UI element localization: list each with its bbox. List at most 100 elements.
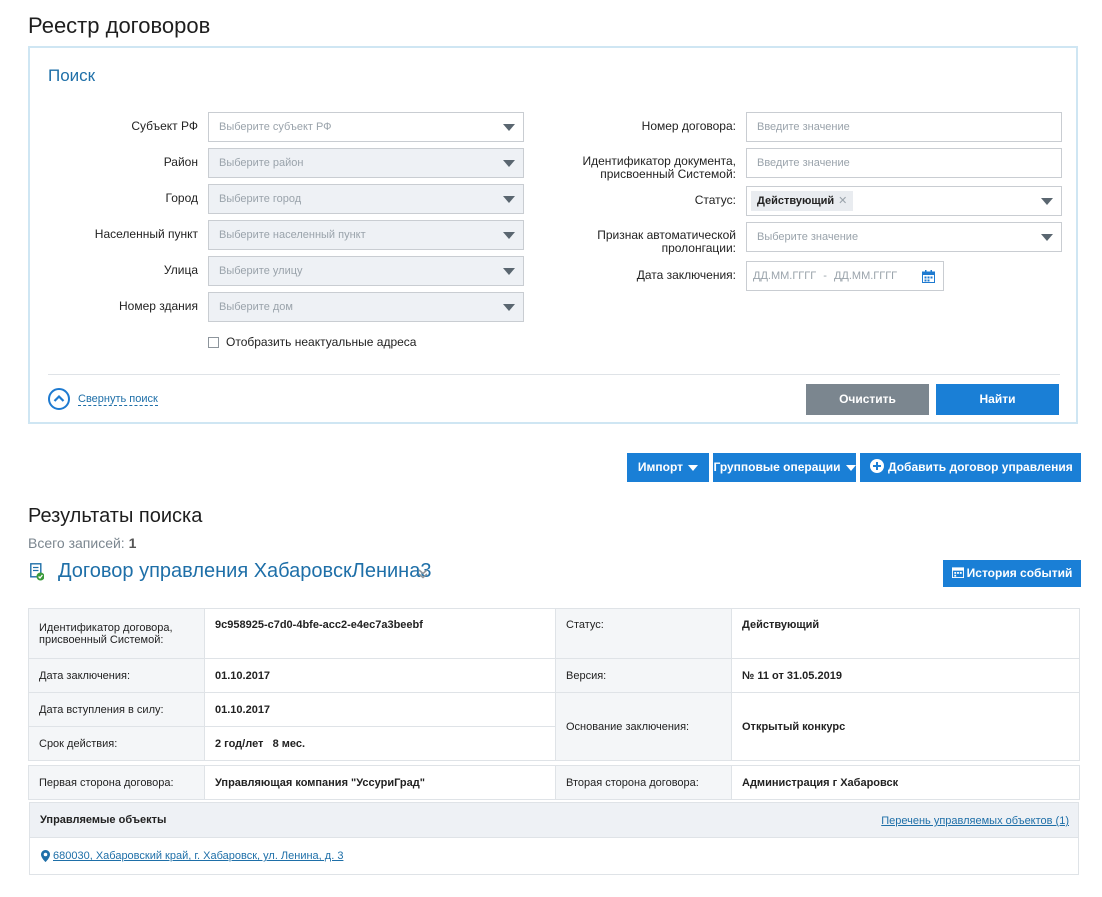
status-tag: Действующий ✕: [751, 191, 854, 211]
managed-objects-label: Управляемые объекты: [40, 814, 167, 826]
page-title: Реестр договоров: [28, 13, 211, 38]
chevron-down-icon: [503, 124, 515, 131]
results-title: Результаты поиска: [28, 505, 203, 527]
search-panel-title: Поиск: [48, 66, 96, 85]
managed-objects-header: Управляемые объекты Перечень управляемых…: [29, 802, 1079, 838]
chevron-down-icon: [1041, 234, 1053, 241]
second-party-value: Администрация г Хабаровск: [731, 765, 1080, 800]
building-label: Номер здания: [118, 299, 198, 313]
contract-number-label: Номер договора:: [641, 119, 736, 133]
effective-date-value: 01.10.2017: [204, 692, 556, 727]
doc-id-label: Идентификатор документа, присвоенный Сис…: [530, 155, 736, 181]
building-select[interactable]: Выберите дом: [208, 292, 524, 322]
managed-objects-body: 680030, Хабаровский край, г. Хабаровск, …: [29, 837, 1079, 875]
term-value: 2 год/лет 8 мес.: [204, 726, 556, 761]
subject-placeholder: Выберите субъект РФ: [219, 121, 332, 133]
conclusion-date-value: 01.10.2017: [204, 658, 556, 693]
group-operations-button[interactable]: Групповые операции: [713, 453, 856, 482]
add-contract-label: Добавить договор управления: [888, 460, 1073, 474]
contract-id-value: 9c958925-c7d0-4bfe-acc2-e4ec7a3beebf: [204, 608, 556, 659]
auto-prolong-placeholder: Выберите значение: [757, 231, 859, 243]
chevron-down-icon: [503, 160, 515, 167]
district-select[interactable]: Выберите район: [208, 148, 524, 178]
street-select[interactable]: Выберите улицу: [208, 256, 524, 286]
doc-id-label-line2: присвоенный Системой:: [600, 167, 736, 181]
doc-id-input[interactable]: Введите значение: [746, 148, 1062, 178]
subject-label: Субъект РФ: [131, 119, 198, 133]
chevron-down-icon: [1041, 198, 1053, 205]
city-select[interactable]: Выберите город: [208, 184, 524, 214]
street-label: Улица: [163, 263, 198, 277]
second-party-label: Вторая сторона договора:: [555, 765, 732, 800]
search-panel: Поиск Субъект РФ Выберите субъект РФ Рай…: [28, 46, 1078, 424]
contract-id-label-line1: Идентификатор договора,: [39, 621, 173, 634]
settlement-label: Населенный пункт: [94, 227, 198, 241]
doc-id-placeholder: Введите значение: [757, 157, 850, 169]
caret-down-icon: [845, 464, 856, 471]
chevron-down-icon: [503, 304, 515, 311]
results-total-label: Всего записей:: [28, 535, 125, 551]
auto-prolong-label: Признак автоматической пролонгации:: [530, 229, 736, 255]
city-label: Город: [165, 191, 198, 205]
conclusion-date-label: Дата заключения:: [28, 658, 205, 693]
district-placeholder: Выберите район: [219, 157, 304, 169]
subject-select[interactable]: Выберите субъект РФ: [208, 112, 524, 142]
term-label: Срок действия:: [28, 726, 205, 761]
clear-button[interactable]: Очистить: [806, 384, 929, 415]
contract-title[interactable]: Договор управления ХабаровскЛенина3: [58, 560, 431, 583]
import-button[interactable]: Импорт: [627, 453, 709, 482]
version-value: № 11 от 31.05.2019: [731, 658, 1080, 693]
first-party-label: Первая сторона договора:: [28, 765, 205, 800]
calendar-icon: [951, 567, 964, 578]
settlement-placeholder: Выберите населенный пункт: [219, 229, 366, 241]
chevron-down-icon: [503, 196, 515, 203]
collapse-search-link[interactable]: Свернуть поиск: [78, 393, 158, 406]
status-label: Статус:: [555, 608, 732, 659]
date-to-placeholder: ДД.ММ.ГГГГ: [833, 270, 898, 282]
contract-id-label: Идентификатор договора, присвоенный Сист…: [28, 608, 205, 659]
map-pin-icon: [41, 850, 50, 862]
managed-objects-list-link[interactable]: Перечень управляемых объектов (1): [881, 815, 1069, 827]
status-label: Статус:: [694, 193, 736, 207]
add-contract-button[interactable]: Добавить договор управления: [860, 453, 1081, 482]
chevron-up-circle-icon[interactable]: [48, 388, 70, 410]
auto-prolong-label-line2: пролонгации:: [661, 241, 736, 255]
basis-label: Основание заключения:: [555, 692, 732, 761]
address-link[interactable]: 680030, Хабаровский край, г. Хабаровск, …: [53, 850, 343, 862]
contract-document-icon: [30, 563, 44, 581]
status-value: Действующий: [731, 608, 1080, 659]
date-range-input[interactable]: ДД.ММ.ГГГГ - ДД.ММ.ГГГГ: [746, 261, 944, 291]
history-label: История событий: [966, 566, 1073, 580]
first-party-value: Управляющая компания "УссуриГрад": [204, 765, 556, 800]
find-button[interactable]: Найти: [936, 384, 1059, 415]
chevron-down-icon: [503, 268, 515, 275]
date-label: Дата заключения:: [636, 268, 736, 282]
contract-number-input[interactable]: Введите значение: [746, 112, 1062, 142]
results-total-value: 1: [128, 535, 137, 551]
district-label: Район: [163, 155, 198, 169]
double-chevron-down-icon[interactable]: [417, 567, 429, 582]
building-placeholder: Выберите дом: [219, 301, 293, 313]
show-inactive-label: Отобразить неактуальные адреса: [226, 335, 417, 349]
street-placeholder: Выберите улицу: [219, 265, 303, 277]
status-tag-label: Действующий: [757, 195, 835, 207]
calendar-icon[interactable]: [922, 270, 935, 283]
contract-id-label-line2: присвоенный Системой:: [39, 633, 164, 646]
date-separator: -: [823, 270, 827, 282]
close-icon[interactable]: ✕: [838, 195, 847, 207]
show-inactive-checkbox[interactable]: [208, 337, 219, 348]
settlement-select[interactable]: Выберите населенный пункт: [208, 220, 524, 250]
plus-circle-icon: [870, 459, 884, 473]
effective-date-label: Дата вступления в силу:: [28, 692, 205, 727]
basis-value: Открытый конкурс: [731, 692, 1080, 761]
status-select[interactable]: Действующий ✕: [746, 186, 1062, 216]
city-placeholder: Выберите город: [219, 193, 302, 205]
version-label: Версия:: [555, 658, 732, 693]
history-button[interactable]: История событий: [943, 560, 1081, 587]
caret-down-icon: [688, 464, 699, 471]
import-label: Импорт: [637, 460, 684, 474]
auto-prolong-select[interactable]: Выберите значение: [746, 222, 1062, 252]
group-operations-label: Групповые операции: [713, 460, 841, 474]
contract-info-table: Идентификатор договора, присвоенный Сист…: [28, 608, 1080, 800]
date-from-placeholder: ДД.ММ.ГГГГ: [753, 270, 817, 282]
